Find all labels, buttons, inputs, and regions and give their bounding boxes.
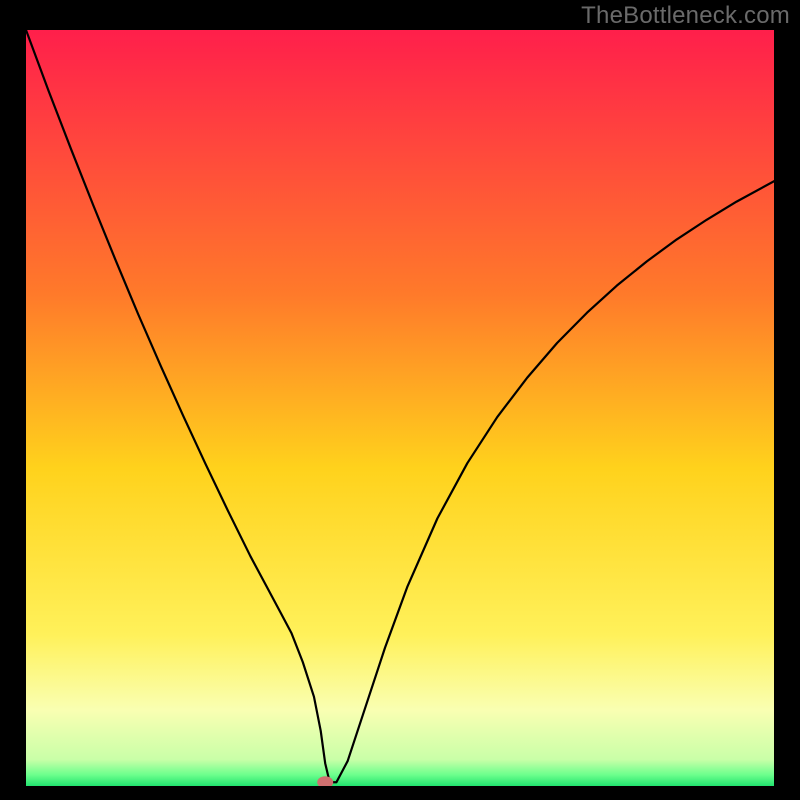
watermark-text: TheBottleneck.com <box>581 2 790 30</box>
chart-background <box>26 30 774 786</box>
chart-plot-area <box>26 30 774 786</box>
chart-svg <box>26 30 774 786</box>
